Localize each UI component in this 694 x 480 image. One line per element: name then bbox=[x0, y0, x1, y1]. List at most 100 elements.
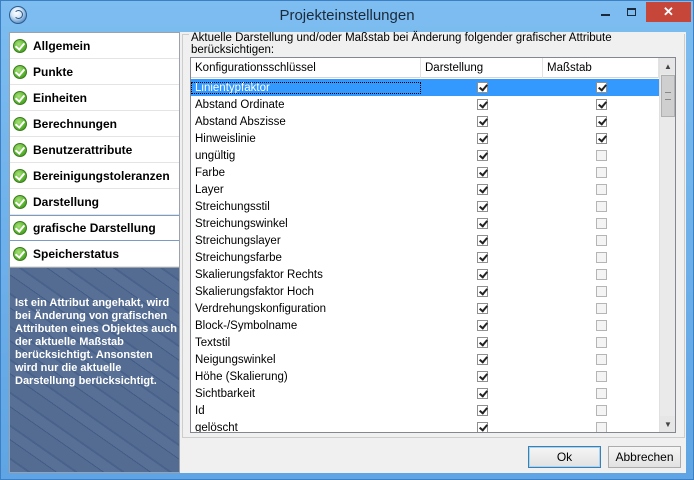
massstab-checkbox[interactable] bbox=[595, 82, 607, 93]
table-row[interactable]: Layer bbox=[191, 181, 659, 198]
massstab-cell bbox=[543, 218, 659, 229]
massstab-checkbox[interactable] bbox=[595, 354, 607, 365]
darstellung-checkbox[interactable] bbox=[476, 201, 488, 212]
table-row[interactable]: Skalierungsfaktor Rechts bbox=[191, 266, 659, 283]
massstab-checkbox[interactable] bbox=[595, 371, 607, 382]
massstab-checkbox[interactable] bbox=[595, 405, 607, 416]
row-key-label: Verdrehungskonfiguration bbox=[195, 302, 327, 315]
darstellung-checkbox[interactable] bbox=[476, 371, 488, 382]
darstellung-checkbox[interactable] bbox=[476, 320, 488, 331]
sidebar-item-benutzerattribute[interactable]: Benutzerattribute bbox=[10, 137, 179, 163]
massstab-checkbox[interactable] bbox=[595, 422, 607, 432]
table-row[interactable]: Abstand Ordinate bbox=[191, 96, 659, 113]
massstab-checkbox[interactable] bbox=[595, 150, 607, 161]
table-row[interactable]: Höhe (Skalierung) bbox=[191, 368, 659, 385]
scroll-thumb[interactable] bbox=[661, 75, 675, 117]
sidebar-item-einheiten[interactable]: Einheiten bbox=[10, 85, 179, 111]
massstab-checkbox[interactable] bbox=[595, 218, 607, 229]
massstab-checkbox[interactable] bbox=[595, 303, 607, 314]
darstellung-checkbox[interactable] bbox=[476, 218, 488, 229]
title-bar[interactable]: Projekteinstellungen ✕ bbox=[1, 1, 693, 31]
row-key-label: Textstil bbox=[195, 336, 231, 349]
darstellung-cell bbox=[421, 184, 543, 195]
sidebar-item-bereinigungstoleranzen[interactable]: Bereinigungstoleranzen bbox=[10, 163, 179, 189]
massstab-checkbox[interactable] bbox=[595, 235, 607, 246]
table-row[interactable]: Linientypfaktor bbox=[191, 79, 659, 96]
darstellung-cell bbox=[421, 388, 543, 399]
darstellung-checkbox[interactable] bbox=[476, 405, 488, 416]
darstellung-checkbox[interactable] bbox=[476, 388, 488, 399]
minimize-button[interactable] bbox=[592, 2, 618, 22]
table-row[interactable]: ungültig bbox=[191, 147, 659, 164]
darstellung-checkbox[interactable] bbox=[476, 422, 488, 432]
table-row[interactable]: Streichungsfarbe bbox=[191, 249, 659, 266]
darstellung-checkbox[interactable] bbox=[476, 99, 488, 110]
table-row[interactable]: Id bbox=[191, 402, 659, 419]
darstellung-cell bbox=[421, 218, 543, 229]
table-row[interactable]: gelöscht bbox=[191, 419, 659, 432]
sidebar-item-speicherstatus[interactable]: Speicherstatus bbox=[10, 241, 179, 267]
massstab-checkbox[interactable] bbox=[595, 116, 607, 127]
darstellung-checkbox[interactable] bbox=[476, 354, 488, 365]
row-key-label: Abstand Ordinate bbox=[195, 98, 285, 111]
darstellung-checkbox[interactable] bbox=[476, 133, 488, 144]
grid-header: Konfigurationsschlüssel Darstellung Maßs… bbox=[191, 58, 659, 78]
maximize-icon bbox=[626, 8, 636, 16]
massstab-checkbox[interactable] bbox=[595, 252, 607, 263]
table-row[interactable]: Neigungswinkel bbox=[191, 351, 659, 368]
cancel-button[interactable]: Abbrechen bbox=[608, 446, 681, 468]
massstab-checkbox[interactable] bbox=[595, 269, 607, 280]
maximize-button[interactable] bbox=[618, 2, 644, 22]
darstellung-checkbox[interactable] bbox=[476, 235, 488, 246]
massstab-checkbox[interactable] bbox=[595, 286, 607, 297]
ok-button[interactable]: Ok bbox=[528, 446, 601, 468]
darstellung-checkbox[interactable] bbox=[476, 286, 488, 297]
sidebar-item-grafische-darstellung[interactable]: grafische Darstellung bbox=[10, 215, 179, 241]
attributes-grid: Konfigurationsschlüssel Darstellung Maßs… bbox=[190, 57, 676, 433]
darstellung-checkbox[interactable] bbox=[476, 167, 488, 178]
darstellung-cell bbox=[421, 422, 543, 432]
table-row[interactable]: Skalierungsfaktor Hoch bbox=[191, 283, 659, 300]
darstellung-checkbox[interactable] bbox=[476, 150, 488, 161]
column-header-key[interactable]: Konfigurationsschlüssel bbox=[191, 58, 421, 78]
table-row[interactable]: Abstand Abszisse bbox=[191, 113, 659, 130]
massstab-checkbox[interactable] bbox=[595, 388, 607, 399]
massstab-checkbox[interactable] bbox=[595, 337, 607, 348]
table-row[interactable]: Sichtbarkeit bbox=[191, 385, 659, 402]
table-row[interactable]: Streichungsstil bbox=[191, 198, 659, 215]
scroll-down-button[interactable]: ▼ bbox=[660, 416, 675, 432]
row-key-label: Sichtbarkeit bbox=[195, 387, 256, 400]
sidebar-item-allgemein[interactable]: Allgemein bbox=[10, 33, 179, 59]
massstab-checkbox[interactable] bbox=[595, 201, 607, 212]
massstab-checkbox[interactable] bbox=[595, 320, 607, 331]
row-key-label: Farbe bbox=[195, 166, 226, 179]
sidebar-item-darstellung[interactable]: Darstellung bbox=[10, 189, 179, 215]
vertical-scrollbar[interactable]: ▲ ▼ bbox=[659, 58, 675, 432]
massstab-checkbox[interactable] bbox=[595, 133, 607, 144]
table-row[interactable]: Hinweislinie bbox=[191, 130, 659, 147]
darstellung-checkbox[interactable] bbox=[476, 269, 488, 280]
massstab-checkbox[interactable] bbox=[595, 99, 607, 110]
darstellung-checkbox[interactable] bbox=[476, 116, 488, 127]
sidebar-item-berechnungen[interactable]: Berechnungen bbox=[10, 111, 179, 137]
darstellung-checkbox[interactable] bbox=[476, 184, 488, 195]
table-row[interactable]: Farbe bbox=[191, 164, 659, 181]
darstellung-checkbox[interactable] bbox=[476, 337, 488, 348]
row-key-label: Hinweislinie bbox=[195, 132, 256, 145]
table-row[interactable]: Verdrehungskonfiguration bbox=[191, 300, 659, 317]
column-header-darstellung[interactable]: Darstellung bbox=[421, 58, 543, 78]
table-row[interactable]: Block-/Symbolname bbox=[191, 317, 659, 334]
scroll-up-button[interactable]: ▲ bbox=[660, 58, 675, 74]
massstab-checkbox[interactable] bbox=[595, 167, 607, 178]
darstellung-checkbox[interactable] bbox=[476, 82, 488, 93]
darstellung-checkbox[interactable] bbox=[476, 252, 488, 263]
sidebar-item-punkte[interactable]: Punkte bbox=[10, 59, 179, 85]
column-header-massstab[interactable]: Maßstab bbox=[543, 58, 659, 78]
close-button[interactable]: ✕ bbox=[646, 2, 691, 22]
massstab-cell bbox=[543, 371, 659, 382]
darstellung-checkbox[interactable] bbox=[476, 303, 488, 314]
massstab-checkbox[interactable] bbox=[595, 184, 607, 195]
table-row[interactable]: Streichungswinkel bbox=[191, 215, 659, 232]
table-row[interactable]: Streichungslayer bbox=[191, 232, 659, 249]
table-row[interactable]: Textstil bbox=[191, 334, 659, 351]
